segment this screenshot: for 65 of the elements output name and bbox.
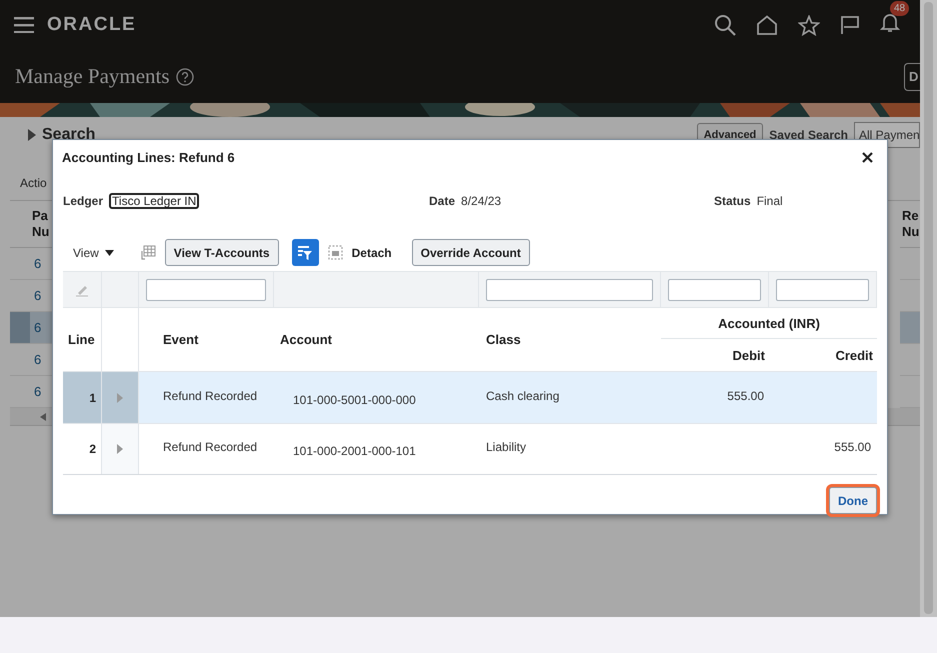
actions-menu[interactable]: Actio	[20, 176, 47, 190]
table-cell[interactable]: 1	[63, 371, 102, 423]
table-link[interactable]: 6	[34, 288, 42, 303]
section-title: Search	[42, 126, 96, 144]
table-cell: Cash clearing	[479, 371, 661, 423]
menu-icon[interactable]	[14, 17, 34, 33]
row-header-cell[interactable]	[10, 312, 30, 344]
table-cell: 555.00	[661, 371, 769, 423]
filter-field[interactable]	[668, 278, 761, 300]
bell-icon[interactable]	[880, 12, 900, 33]
scroll-left-icon[interactable]	[40, 412, 46, 420]
column-header[interactable]: Re Nu	[902, 208, 920, 240]
column-header[interactable]: Pa Nu	[32, 208, 50, 240]
done-button[interactable]: Done	[829, 487, 877, 514]
row-header-cell[interactable]	[102, 371, 139, 423]
field-label: Ledger	[63, 194, 104, 208]
expand-icon[interactable]	[28, 129, 36, 141]
field-label: Status	[714, 194, 751, 208]
detach-icon	[328, 245, 343, 260]
logo[interactable]: ORACLE	[47, 14, 136, 36]
toolbar-button[interactable]: Override Account	[412, 239, 530, 266]
table-link[interactable]: 6	[34, 256, 42, 271]
toolbar-button[interactable]: View T-Accounts	[164, 239, 279, 266]
scrollbar[interactable]	[920, 0, 937, 617]
filter-field[interactable]	[486, 278, 653, 300]
field-value: 8/24/23	[461, 194, 502, 208]
column-header[interactable]: Account	[280, 332, 332, 347]
home-icon[interactable]	[756, 15, 778, 35]
filter-toggle[interactable]	[292, 239, 319, 266]
table-cell: 101-000-5001-000-000	[274, 371, 479, 423]
filter-field[interactable]	[776, 278, 869, 300]
dialog-title: Accounting Lines: Refund 6	[62, 150, 235, 165]
table-cell: 555.00	[769, 423, 877, 474]
field-value: Final	[756, 194, 783, 208]
header-button[interactable]: D	[904, 62, 920, 90]
row-header-cell[interactable]	[102, 423, 139, 474]
column-header[interactable]: Class	[486, 332, 521, 347]
detach-button[interactable]: Detach	[328, 245, 392, 260]
star-icon[interactable]	[798, 14, 820, 36]
column-group-header: Accounted (INR)	[718, 316, 820, 330]
table-link[interactable]: 6	[34, 384, 42, 399]
expand-icon[interactable]	[117, 444, 123, 454]
table-cell: Refund Recorded	[139, 423, 274, 474]
column-header[interactable]: Credit	[835, 348, 873, 362]
caret-icon	[104, 250, 114, 256]
field-label: Date	[429, 194, 456, 208]
table-link[interactable]: 6	[34, 352, 42, 367]
column-header[interactable]: Event	[163, 332, 198, 347]
close-icon[interactable]	[862, 152, 873, 163]
search-icon[interactable]	[714, 14, 736, 36]
column-header[interactable]: Line	[68, 332, 95, 347]
view-menu[interactable]: View	[73, 246, 114, 260]
field-label: Saved Search	[769, 128, 848, 142]
filter-icon	[297, 244, 314, 261]
table-cell: Liability	[479, 423, 661, 474]
filter-field[interactable]	[146, 278, 266, 300]
table-cell: Refund Recorded	[139, 371, 274, 423]
table-icon[interactable]	[140, 244, 156, 261]
page-title: Manage Payments	[15, 64, 170, 89]
table-cell: 101-000-2001-000-101	[274, 423, 479, 474]
ledger-link[interactable]: Tisco Ledger IN	[109, 193, 200, 210]
notification-badge: 48	[890, 1, 910, 16]
flag-icon[interactable]	[840, 15, 860, 35]
help-icon[interactable]	[176, 68, 194, 86]
column-header[interactable]: Debit	[732, 348, 765, 362]
